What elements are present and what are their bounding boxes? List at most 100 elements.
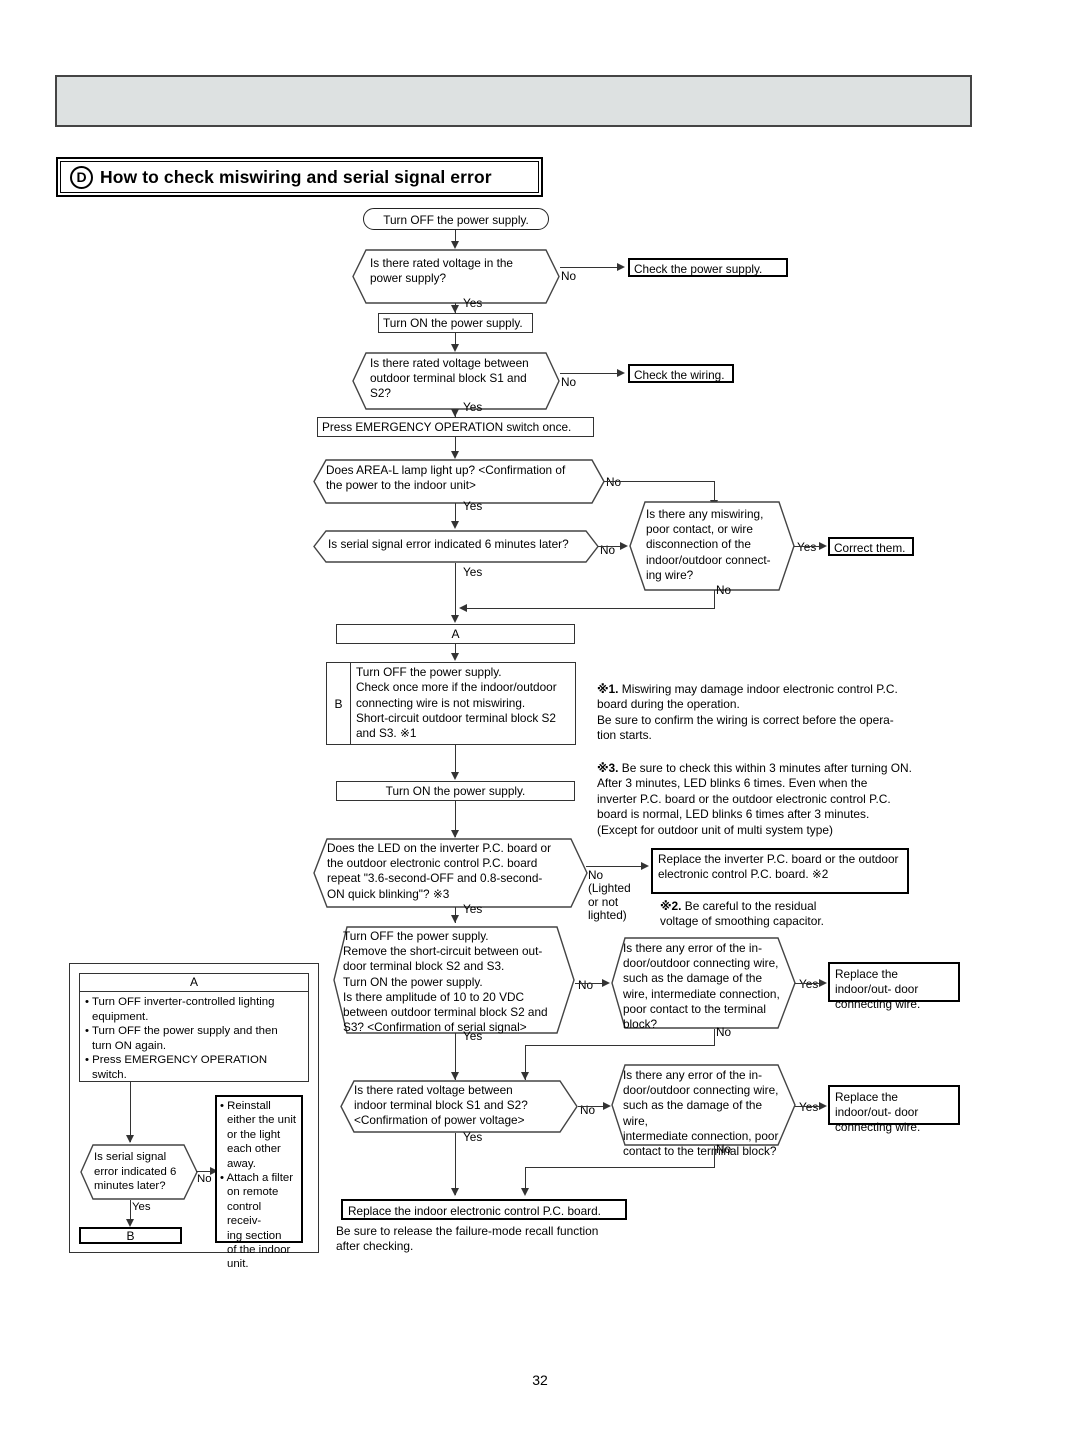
connector xyxy=(598,546,622,548)
edge-label-yes: Yes xyxy=(463,1029,483,1043)
note-asterisk-3: ※3. Be sure to check this within 3 minut… xyxy=(597,761,957,838)
decision-any-miswiring: Is there any miswiring, poor contact, or… xyxy=(629,501,795,591)
edge-label-no: No xyxy=(716,1142,732,1156)
arrow-left-icon xyxy=(459,604,467,612)
arrow-down-icon xyxy=(451,344,459,352)
connector xyxy=(560,267,621,269)
connector xyxy=(525,1045,715,1047)
arrow-right-icon xyxy=(602,979,610,987)
decision-led-blinking: Does the LED on the inverter P.C. board … xyxy=(313,838,588,908)
connector xyxy=(714,1029,716,1046)
node-turn-on-power-1: Turn ON the power supply. xyxy=(378,313,533,333)
reinstall-instructions-box: • Reinstall either the unit or the light… xyxy=(215,1095,303,1270)
arrow-down-icon xyxy=(521,1072,529,1080)
connector-bar-a: A xyxy=(336,624,575,644)
decision-label: Turn OFF the power supply. Remove the sh… xyxy=(343,929,548,1035)
note-number: ※1. xyxy=(597,682,619,696)
connector xyxy=(586,866,645,868)
note-asterisk-1: ※1. Miswiring may damage indoor electron… xyxy=(597,682,957,744)
arrow-down-icon xyxy=(451,615,459,623)
arrow-down-icon xyxy=(451,241,459,249)
connector xyxy=(525,1167,715,1169)
node-check-wiring: Check the wiring. xyxy=(628,364,734,383)
edge-label-yes: Yes xyxy=(463,902,483,916)
decision-serial-signal-6min-left: Is serial signal error indicated 6 minut… xyxy=(80,1144,198,1200)
section-title-box: D How to check miswiring and serial sign… xyxy=(56,157,543,197)
bullet-item: • Turn OFF inverter-controlled lighting … xyxy=(85,996,275,1023)
connector xyxy=(560,373,621,375)
arrow-down-icon xyxy=(126,1135,134,1143)
edge-label-yes: Yes xyxy=(463,1130,483,1144)
decision-serial-signal-6min: Is serial signal error indicated 6 minut… xyxy=(313,530,599,563)
decision-label: Is there any miswiring, poor contact, or… xyxy=(646,507,771,582)
decision-label: Is there any error of the in- door/outdo… xyxy=(623,941,780,1032)
note-text: Be sure to check this within 3 minutes a… xyxy=(597,761,912,837)
node-correct-them: Correct them. xyxy=(828,537,914,556)
edge-label-yes: Yes xyxy=(463,400,483,414)
connector xyxy=(455,563,457,620)
decision-label: Is there rated voltage between indoor te… xyxy=(354,1083,528,1128)
arrow-right-icon xyxy=(819,1102,827,1110)
decision-label: Is serial signal error indicated 6 minut… xyxy=(94,1151,177,1193)
decision-label: Is there rated voltage between outdoor t… xyxy=(370,356,529,401)
node-replace-connecting-wire-1: Replace the indoor/out- door connecting … xyxy=(828,962,960,1011)
header-bar xyxy=(55,75,972,127)
note-number: ※3. xyxy=(597,761,619,775)
arrow-right-icon xyxy=(819,979,827,987)
arrow-down-icon xyxy=(126,1219,134,1227)
decision-area-l-lamp: Does AREA-L lamp light up? <Confirmation… xyxy=(313,459,605,504)
node-turn-off-power: Turn OFF the power supply. xyxy=(363,208,549,230)
decision-rated-voltage-indoor: Is there rated voltage between indoor te… xyxy=(340,1080,578,1133)
edge-label-yes: Yes xyxy=(463,296,483,310)
edge-label-yes: Yes xyxy=(799,978,818,991)
note-text: Miswiring may damage indoor electronic c… xyxy=(597,682,898,743)
decision-label: Is serial signal error indicated 6 minut… xyxy=(328,537,569,551)
node-replace-connecting-wire-2: Replace the indoor/out- door connecting … xyxy=(828,1085,960,1134)
edge-label-no: No xyxy=(561,375,577,389)
edge-label-no: No xyxy=(578,978,594,992)
decision-error-connecting-wire-2: Is there any error of the in- door/outdo… xyxy=(611,1064,796,1158)
decision-rated-voltage-s1-s2: Is there rated voltage between outdoor t… xyxy=(352,352,560,410)
arrow-right-icon xyxy=(819,542,827,550)
decision-amplitude-serial-signal: Turn OFF the power supply. Remove the sh… xyxy=(333,926,575,1034)
connector xyxy=(714,590,716,609)
arrow-right-icon xyxy=(617,369,625,377)
decision-label: Does AREA-L lamp light up? <Confirmation… xyxy=(326,463,566,493)
subsection-a-box: A • Turn OFF inverter-controlled lightin… xyxy=(79,973,309,1082)
edge-label-yes: Yes xyxy=(132,1201,151,1213)
connector-bar-b: B xyxy=(79,1227,182,1244)
edge-label-yes: Yes xyxy=(797,541,816,554)
arrow-down-icon xyxy=(451,409,459,417)
node-turn-on-power-2: Turn ON the power supply. xyxy=(336,781,575,801)
arrow-down-icon xyxy=(451,830,459,838)
edge-label-no: No xyxy=(561,269,577,283)
arrow-down-icon xyxy=(521,1188,529,1196)
arrow-right-icon xyxy=(620,542,628,550)
connector xyxy=(130,1082,132,1142)
decision-error-connecting-wire-1: Is there any error of the in- door/outdo… xyxy=(611,937,796,1032)
bullet-item: • Press EMERGENCY OPERATION switch. xyxy=(85,1054,268,1081)
arrow-down-icon xyxy=(451,451,459,459)
left-panel-a-detail: A • Turn OFF inverter-controlled lightin… xyxy=(69,963,319,1270)
document-page: D How to check miswiring and serial sign… xyxy=(0,0,1080,1440)
note-text: Be careful to the residual voltage of sm… xyxy=(660,899,824,929)
decision-label: Does the LED on the inverter P.C. board … xyxy=(327,841,552,901)
edge-label-no: No xyxy=(716,583,732,597)
edge-label-no: No xyxy=(716,1025,732,1039)
edge-label-yes: Yes xyxy=(463,565,483,579)
arrow-down-icon xyxy=(451,772,459,780)
node-press-emergency-switch: Press EMERGENCY OPERATION switch once. xyxy=(317,417,594,437)
connector xyxy=(466,608,715,610)
edge-label-yes: Yes xyxy=(463,499,483,513)
node-replace-indoor-board: Replace the indoor electronic control P.… xyxy=(341,1199,627,1220)
decision-label: Is there rated voltage in the power supp… xyxy=(370,256,513,286)
arrow-down-icon xyxy=(451,1072,459,1080)
section-title-text: How to check miswiring and serial signal… xyxy=(100,166,492,187)
arrow-right-icon xyxy=(641,862,649,870)
bullet-item: • Reinstall either the unit or the light… xyxy=(220,1100,297,1170)
node-check-power-supply: Check the power supply. xyxy=(628,258,788,277)
connector xyxy=(604,481,715,483)
decision-label: Is there any error of the in- door/outdo… xyxy=(623,1068,779,1159)
section-badge-icon: D xyxy=(70,165,93,189)
arrow-right-icon xyxy=(603,1102,611,1110)
